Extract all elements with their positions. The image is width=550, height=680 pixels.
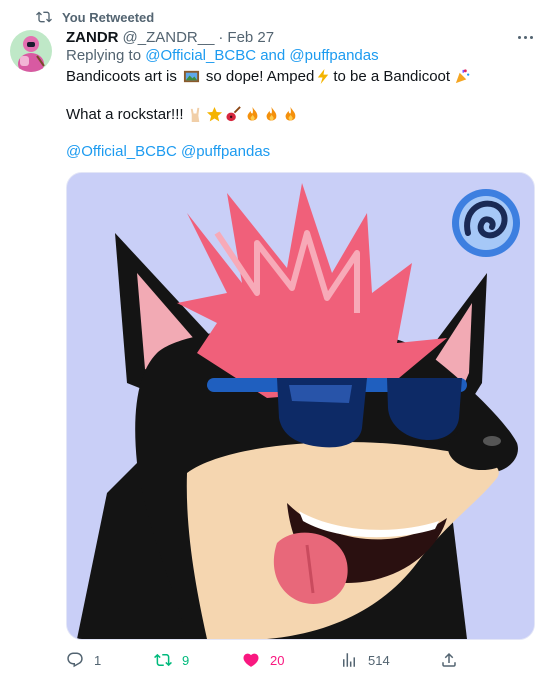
views-icon (343, 653, 355, 667)
replying-to: Replying to @Official_BCBC and @puffpand… (66, 47, 379, 64)
share-icon (442, 652, 456, 667)
like-count: 20 (270, 652, 285, 668)
retweet-indicator: You Retweeted (36, 8, 154, 26)
retweet-button[interactable]: 9 (154, 651, 189, 669)
mention-puffpandas[interactable]: @puffpandas (289, 47, 378, 64)
retweet-label: You Retweeted (62, 9, 155, 25)
like-button[interactable]: 20 (242, 651, 284, 669)
tweet-text-line1: Bandicoots art is so dope! Amped to be a… (66, 68, 472, 85)
framed-picture-icon (183, 70, 199, 83)
views-count: 514 (368, 652, 390, 668)
rock-hand-icon (190, 107, 199, 123)
tweet-text-part2: so dope! Amped (205, 68, 315, 85)
tweet-action-bar: 1 9 20 514 (66, 648, 466, 672)
tweet-mentions[interactable]: @Official_BCBC @puffpandas (66, 143, 270, 160)
heart-icon (243, 653, 259, 667)
mention-official-bcbc[interactable]: @Official_BCBC (145, 47, 256, 64)
tweet-header: ZANDR @_ZANDR__ · Feb 27 (66, 27, 530, 47)
tweet-text-line2-text: What a rockstar!!! (66, 106, 184, 123)
replying-prefix: Replying to (66, 47, 146, 64)
share-button[interactable] (440, 651, 458, 669)
mentions-link[interactable]: @Official_BCBC @puffpandas (66, 143, 270, 160)
tweet-text-line2: What a rockstar!!! (66, 106, 300, 123)
lightning-icon (318, 68, 329, 85)
author-name[interactable]: ZANDR (66, 29, 119, 46)
views-button[interactable]: 514 (340, 651, 390, 669)
tweet-text-part3: to be a Bandicoot (333, 68, 451, 85)
tweet-media-image[interactable] (66, 172, 535, 640)
reply-count: 1 (94, 652, 102, 668)
more-icon[interactable] (514, 27, 536, 47)
guitar-icon (225, 106, 241, 122)
bandicoot-illustration (67, 173, 534, 639)
reply-button[interactable]: 1 (66, 651, 101, 669)
reply-icon (67, 652, 83, 668)
brand-logo-icon (452, 189, 520, 257)
star-icon (206, 106, 222, 122)
avatar[interactable] (10, 30, 52, 72)
retweet-icon (154, 653, 172, 667)
tweet-text-part1: Bandicoots art is (66, 68, 177, 85)
party-popper-icon (455, 69, 470, 84)
replying-conjunction: and (256, 47, 290, 64)
fire-icon (266, 106, 276, 121)
retweet-count: 9 (182, 652, 190, 668)
fire-icon (285, 106, 295, 121)
separator: · (218, 28, 224, 46)
author-handle[interactable]: @_ZANDR__ (123, 29, 215, 46)
fire-icon (247, 106, 257, 121)
tweet-date[interactable]: Feb 27 (227, 29, 274, 46)
retweet-icon (36, 11, 52, 23)
